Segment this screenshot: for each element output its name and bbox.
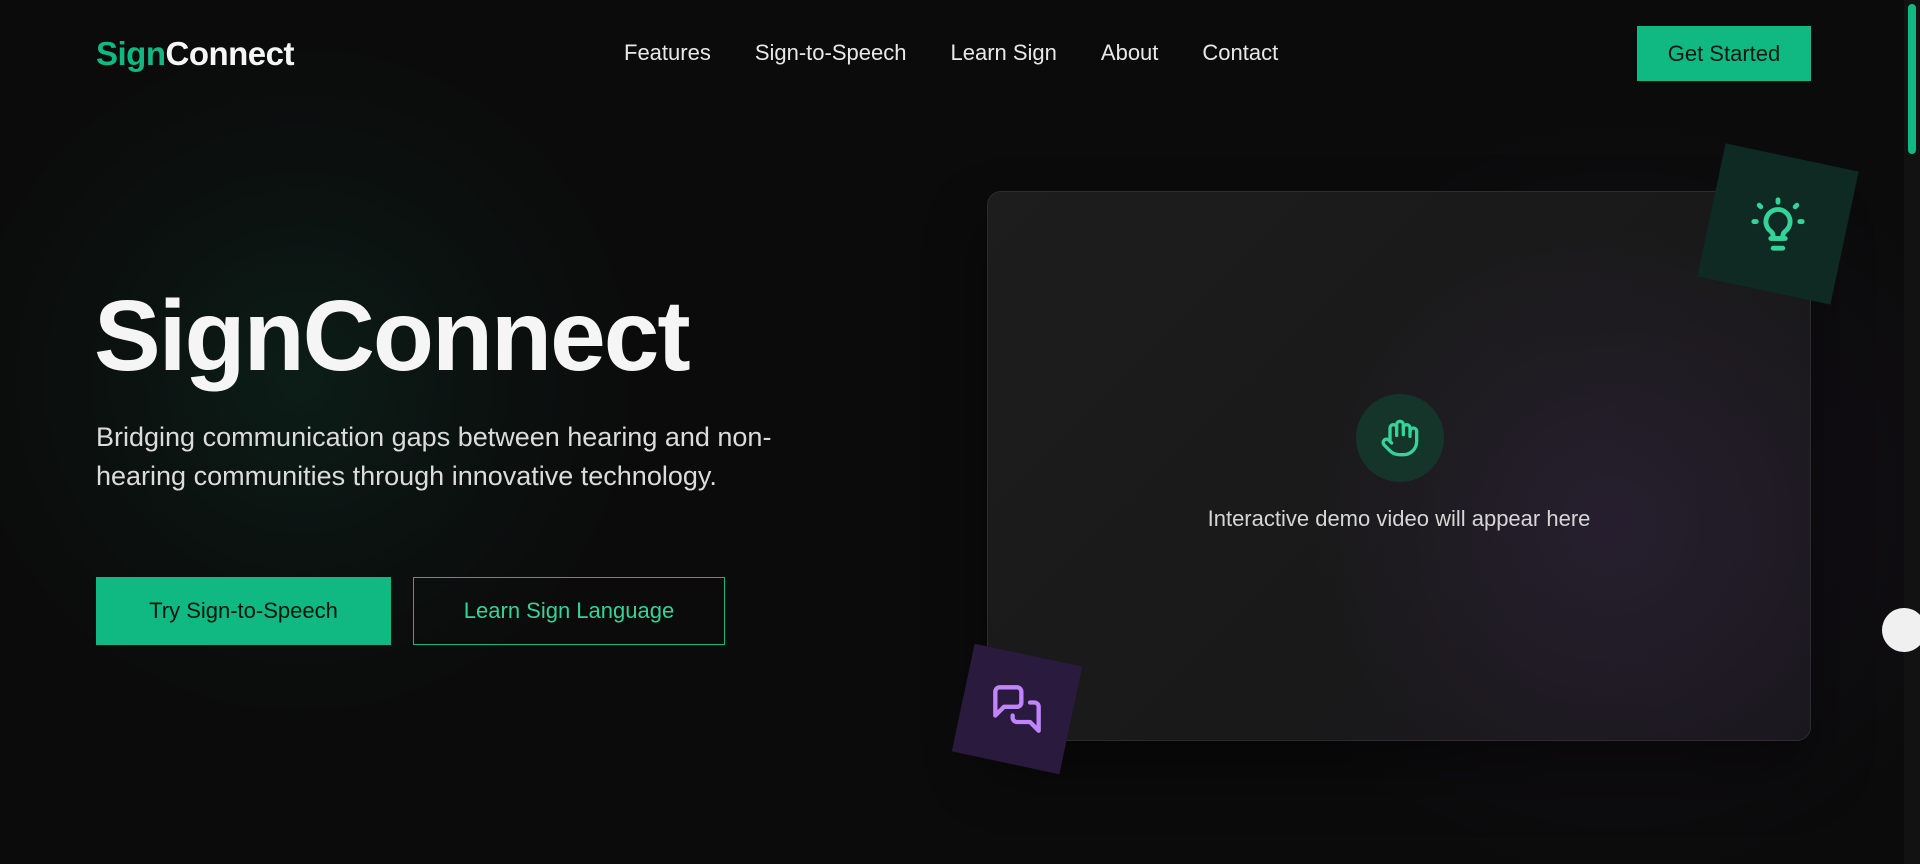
get-started-button[interactable]: Get Started bbox=[1637, 26, 1811, 81]
hero-title: SignConnect bbox=[94, 280, 691, 392]
logo-rest: Connect bbox=[165, 35, 295, 72]
learn-sign-language-button[interactable]: Learn Sign Language bbox=[413, 577, 725, 645]
nav-link-contact[interactable]: Contact bbox=[1202, 38, 1278, 68]
scrollbar-thumb[interactable] bbox=[1908, 4, 1916, 154]
demo-video-placeholder[interactable]: Interactive demo video will appear here bbox=[987, 191, 1811, 741]
hand-icon-badge bbox=[1356, 394, 1444, 482]
hero-subtitle: Bridging communication gaps between hear… bbox=[96, 422, 772, 491]
lightbulb-tile bbox=[1697, 143, 1859, 305]
logo[interactable]: SignConnect bbox=[96, 34, 294, 74]
lightbulb-icon bbox=[1751, 197, 1805, 251]
chat-tile bbox=[951, 643, 1083, 775]
side-floating-handle[interactable] bbox=[1882, 608, 1920, 652]
chat-bubbles-icon bbox=[993, 685, 1041, 733]
page: SignConnect Features Sign-to-Speech Lear… bbox=[0, 0, 1904, 864]
hand-icon bbox=[1381, 419, 1419, 457]
nav-link-learn-sign[interactable]: Learn Sign bbox=[950, 38, 1056, 68]
demo-caption: Interactive demo video will appear here bbox=[1207, 506, 1591, 531]
nav-link-sign-to-speech[interactable]: Sign-to-Speech bbox=[755, 38, 907, 68]
nav-link-about[interactable]: About bbox=[1101, 38, 1159, 68]
try-sign-to-speech-button[interactable]: Try Sign-to-Speech bbox=[96, 577, 391, 645]
page-scrollbar[interactable] bbox=[1904, 0, 1920, 864]
logo-accent: Sign bbox=[96, 35, 166, 72]
nav-link-features[interactable]: Features bbox=[624, 38, 711, 68]
main-nav: Features Sign-to-Speech Learn Sign About… bbox=[624, 38, 1278, 68]
